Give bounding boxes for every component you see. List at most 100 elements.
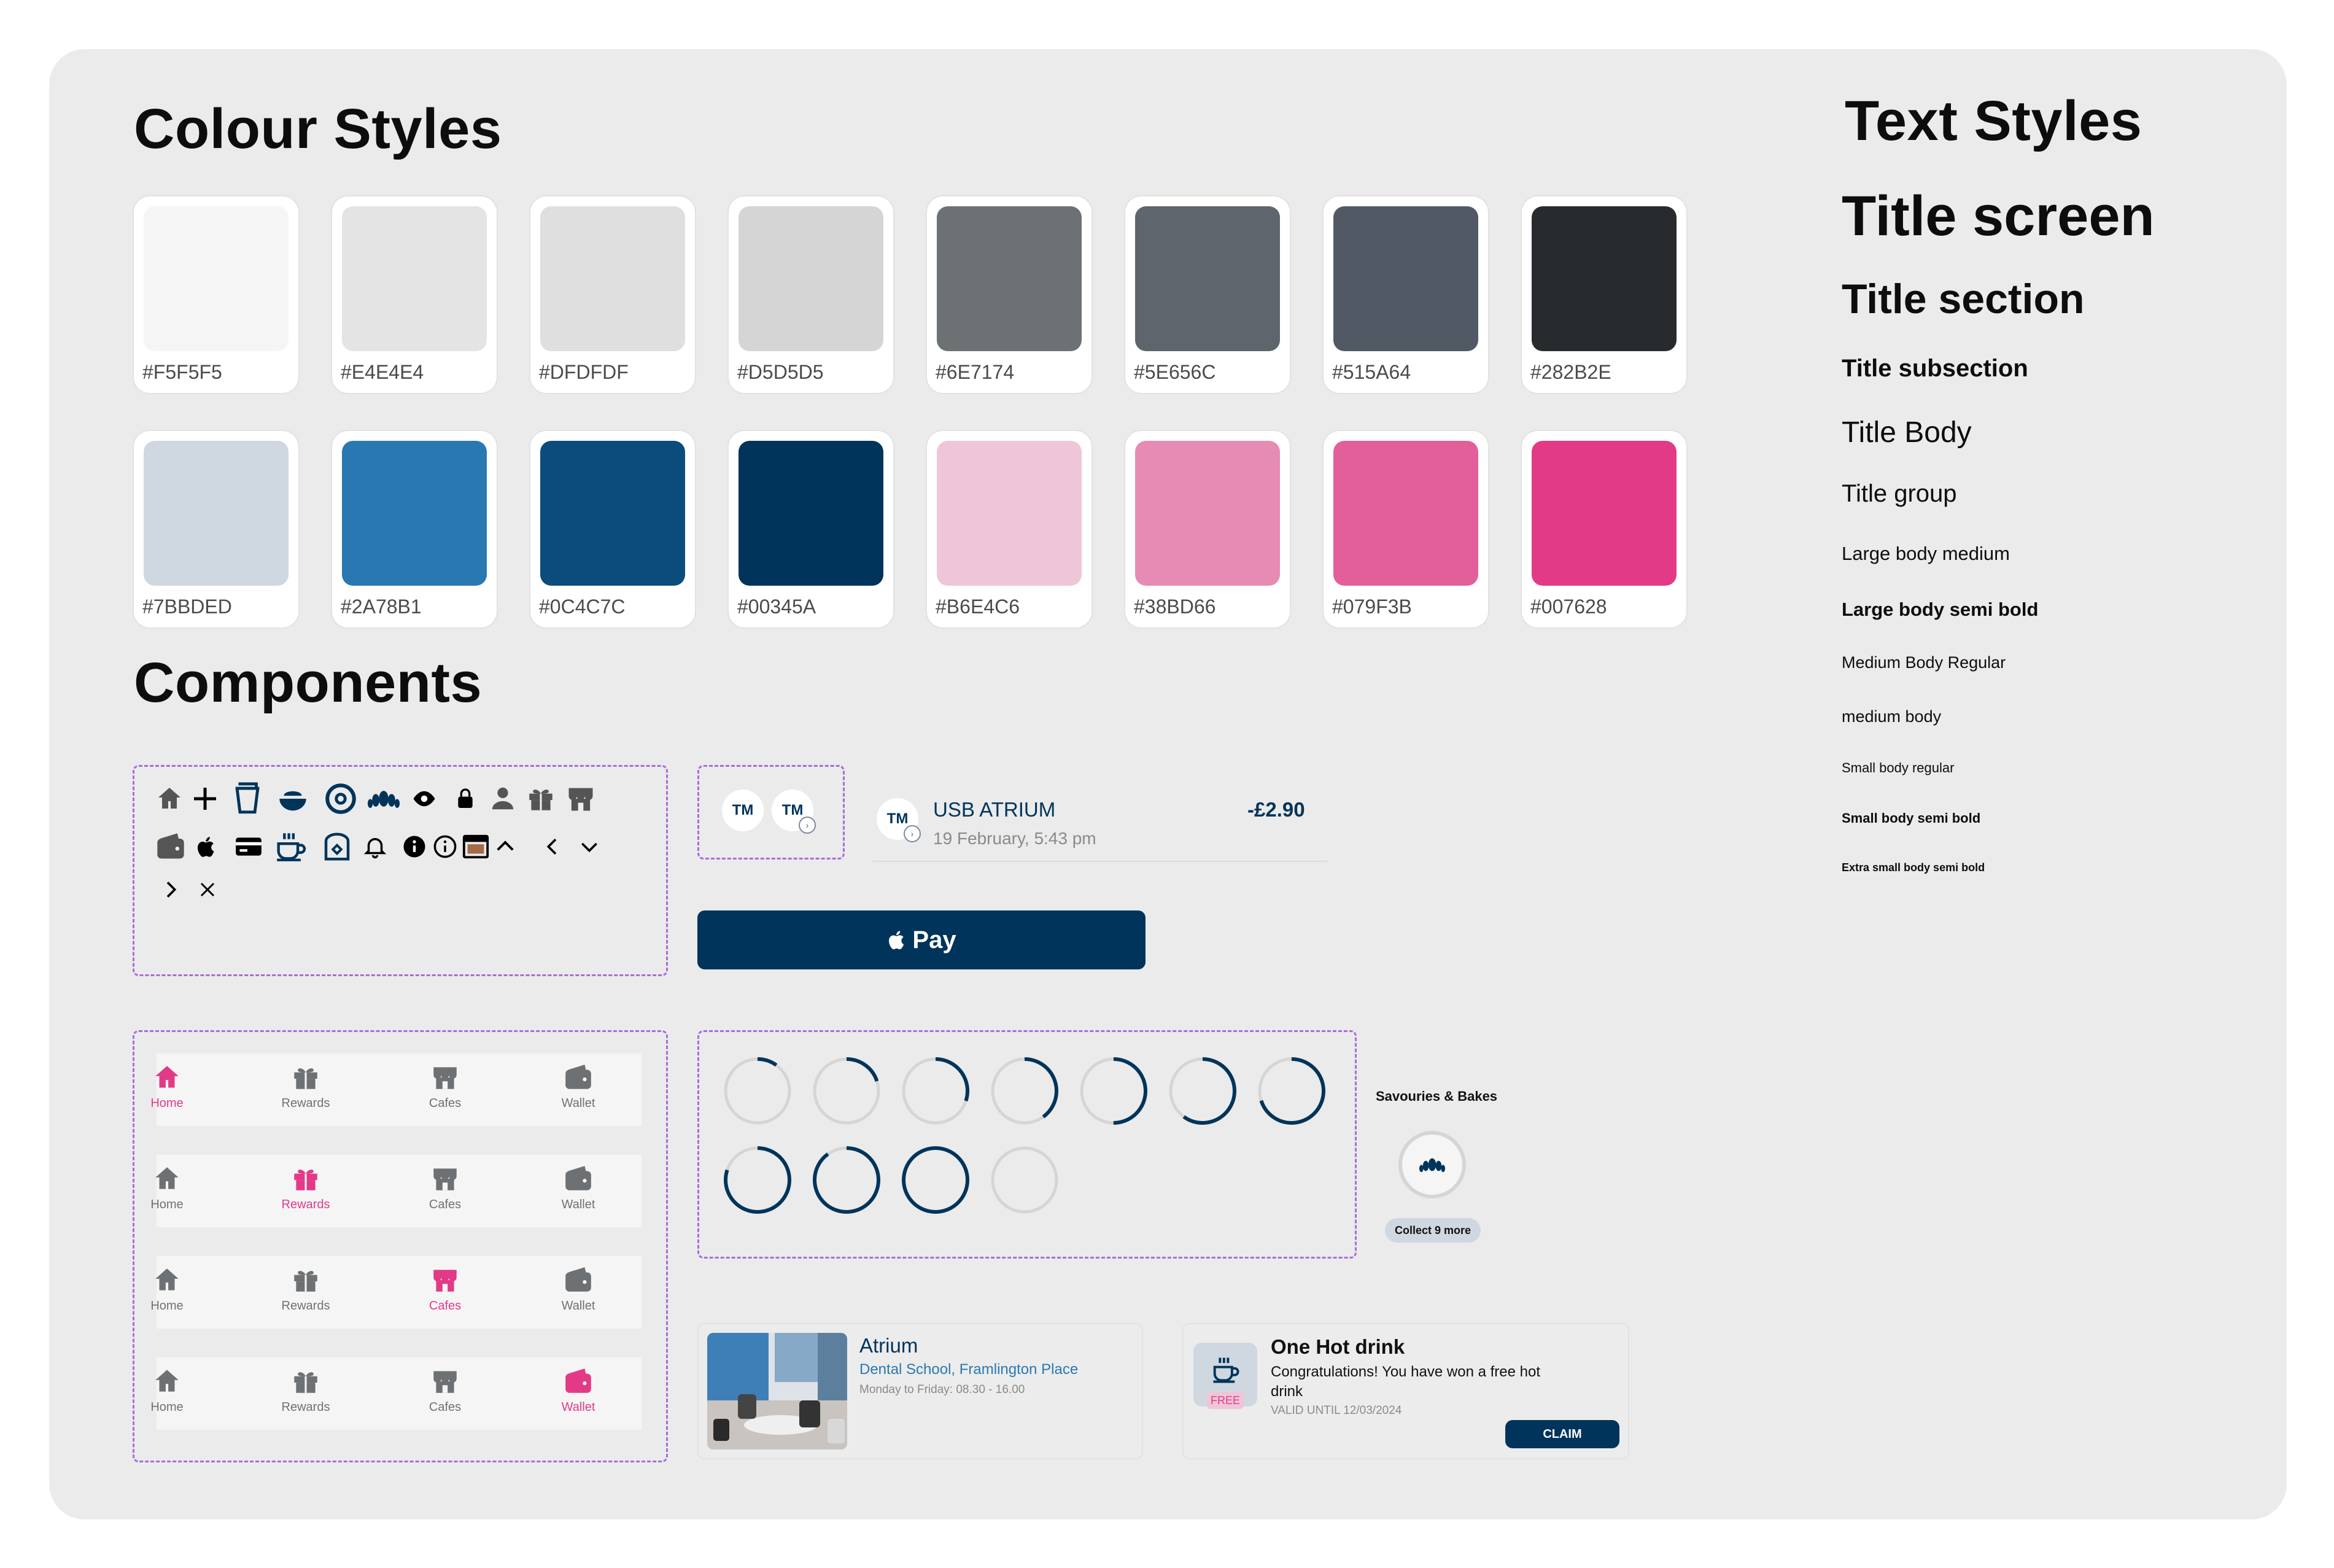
swatch-label: #D5D5D5 [737, 361, 824, 383]
chevron-left-icon [540, 834, 565, 859]
apple-icon [886, 929, 905, 951]
store-icon [565, 783, 597, 815]
progress-ring [1169, 1057, 1236, 1125]
nav-item-label: Rewards [281, 1096, 330, 1110]
progress-ring [724, 1146, 791, 1214]
cafe-card[interactable]: Atrium Dental School, Framlington Place … [697, 1323, 1143, 1459]
swatch-chip [1532, 206, 1677, 351]
nav-item-label: Home [150, 1400, 184, 1414]
nav-item-rewards[interactable]: Rewards [269, 1062, 343, 1111]
text-style-title-body: Title Body [1842, 416, 1972, 449]
gift-icon [290, 1366, 322, 1397]
color-swatch: #282B2E [1522, 196, 1686, 393]
swatch-label: #515A64 [1332, 361, 1411, 383]
apple-pay-button[interactable]: Pay [697, 910, 1146, 969]
nav-item-home[interactable]: Home [130, 1163, 204, 1212]
nav-item-wallet[interactable]: Wallet [541, 1163, 615, 1212]
swatch-label: #2A78B1 [341, 596, 422, 618]
text-style-title-group: Title group [1842, 480, 1957, 507]
bowl-icon [275, 781, 311, 817]
swatch-chip [937, 441, 1082, 586]
nav-item-label: Cafes [428, 1299, 462, 1313]
transaction-row[interactable]: TM › USB ATRIUM 19 February, 5:43 pm -£2.… [873, 780, 1327, 862]
claim-button[interactable]: CLAIM [1505, 1420, 1619, 1448]
nav-item-label: Rewards [281, 1198, 330, 1211]
cafe-name: Atrium [859, 1334, 918, 1357]
nav-item-wallet[interactable]: Wallet [541, 1062, 615, 1111]
progress-ring [991, 1057, 1058, 1125]
swatch-chip [1532, 441, 1677, 586]
info-outline-icon [432, 834, 458, 860]
swatch-label: #6E7174 [936, 361, 1015, 383]
home-icon [155, 784, 184, 813]
nav-item-wallet[interactable]: Wallet [541, 1366, 615, 1415]
color-swatch: #2A78B1 [332, 431, 497, 627]
color-swatch: #007628 [1522, 431, 1686, 627]
wallet-icon [562, 1163, 594, 1194]
bottom-nav-bar: Home Rewards Cafes Wallet [150, 1256, 642, 1329]
nav-item-label: Rewards [281, 1400, 330, 1414]
text-style-title-subsection: Title subsection [1842, 355, 2028, 382]
swatch-label: #007628 [1530, 596, 1607, 618]
text-style-extra-small-body-semibold: Extra small body semi bold [1842, 861, 1985, 874]
user-icon [489, 785, 517, 813]
home-icon [151, 1163, 183, 1194]
swatch-label: #282B2E [1530, 361, 1611, 383]
wallet-icon [562, 1366, 594, 1397]
nav-item-rewards[interactable]: Rewards [269, 1265, 343, 1313]
color-swatch: #515A64 [1324, 196, 1488, 393]
color-swatch: #38BD66 [1125, 431, 1290, 627]
nav-item-label: Cafes [428, 1096, 462, 1110]
swatch-chip [1135, 441, 1280, 586]
chevron-down-icon [577, 834, 602, 859]
nav-item-cafes[interactable]: Cafes [408, 1265, 482, 1313]
swatch-chip [540, 441, 685, 586]
nav-item-home[interactable]: Home [130, 1366, 204, 1415]
bottom-nav-bar: Home Rewards Cafes Wallet [150, 1155, 642, 1227]
color-swatch: #D5D5D5 [729, 196, 893, 393]
transaction-date: 19 February, 5:43 pm [933, 829, 1096, 848]
text-style-small-body-regular: Small body regular [1842, 760, 1955, 775]
lock-icon [453, 786, 478, 811]
nav-item-cafes[interactable]: Cafes [408, 1163, 482, 1212]
transaction-avatar: TM › [877, 798, 921, 842]
eye-icon [411, 786, 437, 812]
wallet-icon [562, 1062, 594, 1093]
swatch-label: #5E656C [1134, 361, 1216, 383]
apple-pay-label: Pay [912, 926, 956, 953]
swatch-label: #DFDFDF [539, 361, 629, 383]
nav-item-cafes[interactable]: Cafes [408, 1062, 482, 1111]
close-icon [195, 877, 220, 902]
swatch-chip [144, 441, 289, 586]
cafe-hours: Monday to Friday: 08.30 - 16.00 [859, 1383, 1025, 1396]
nav-item-home[interactable]: Home [130, 1265, 204, 1313]
nav-item-home[interactable]: Home [130, 1062, 204, 1111]
swatch-label: #079F3B [1332, 596, 1412, 618]
color-swatch: #7BBDED [134, 431, 298, 627]
text-style-title-screen: Title screen [1842, 185, 2155, 247]
progress-rings [724, 1057, 1325, 1214]
nav-item-rewards[interactable]: Rewards [269, 1163, 343, 1212]
arrow-badge-icon: › [799, 817, 816, 834]
avatar-with-badge: TM › [772, 790, 816, 834]
chevron-right-icon [158, 877, 183, 902]
swatch-label: #B6E4C6 [936, 596, 1020, 618]
reward-title: Savouries & Bakes [1375, 1089, 1498, 1104]
nav-item-wallet[interactable]: Wallet [541, 1265, 615, 1313]
colour-styles-heading: Colour Styles [134, 98, 502, 160]
swatch-label: #38BD66 [1134, 596, 1216, 618]
color-swatch: #5E656C [1125, 196, 1290, 393]
reward-progress-ring [1398, 1131, 1466, 1198]
bell-icon [362, 834, 388, 860]
store-icon [429, 1265, 461, 1295]
transaction-title: USB ATRIUM [933, 798, 1056, 821]
progress-ring [1258, 1057, 1325, 1125]
text-style-title-section: Title section [1842, 276, 2085, 322]
text-style-large-body-medium: Large body medium [1842, 543, 2010, 564]
nav-item-label: Cafes [428, 1400, 462, 1414]
nav-item-rewards[interactable]: Rewards [269, 1366, 343, 1415]
nav-item-cafes[interactable]: Cafes [408, 1366, 482, 1415]
progress-ring [991, 1146, 1058, 1214]
nav-item-label: Rewards [281, 1299, 330, 1313]
swatch-chip [342, 206, 487, 351]
